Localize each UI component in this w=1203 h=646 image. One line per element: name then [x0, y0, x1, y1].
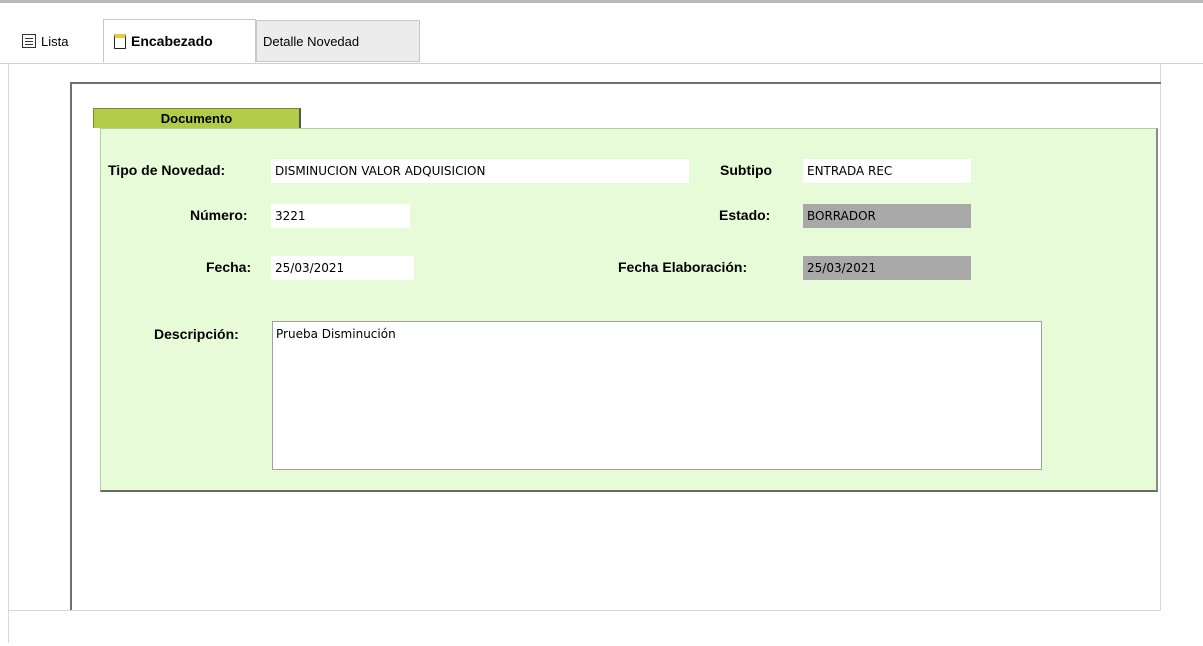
- section-tab-documento: Documento: [93, 108, 301, 128]
- estado-field: BORRADOR: [803, 204, 971, 228]
- document-icon: [114, 33, 126, 49]
- fecha-elaboracion-label: Fecha Elaboración:: [618, 259, 748, 275]
- fecha-label: Fecha:: [206, 259, 252, 275]
- subtipo-label: Subtipo: [720, 162, 773, 178]
- tab-lista[interactable]: Lista: [18, 20, 100, 62]
- numero-field[interactable]: 3221: [271, 204, 410, 228]
- tab-bar: Lista Encabezado Detalle Novedad: [0, 18, 1203, 64]
- tipo-novedad-label: Tipo de Novedad:: [108, 162, 226, 178]
- tab-encabezado-label: Encabezado: [131, 33, 213, 49]
- subtipo-field[interactable]: ENTRADA REC: [803, 159, 971, 183]
- numero-label: Número:: [190, 207, 248, 223]
- tab-detalle-label: Detalle Novedad: [263, 33, 360, 49]
- top-rule: [0, 0, 1203, 3]
- panel-border-bottom: [8, 610, 1161, 611]
- fecha-elaboracion-field: 25/03/2021: [803, 256, 971, 280]
- descripcion-textarea[interactable]: Prueba Disminución: [272, 321, 1042, 470]
- tab-encabezado[interactable]: Encabezado: [103, 19, 256, 63]
- tab-lista-label: Lista: [41, 33, 69, 49]
- tipo-novedad-field[interactable]: DISMINUCION VALOR ADQUISICION: [271, 159, 689, 183]
- list-icon: [22, 34, 36, 48]
- estado-label: Estado:: [719, 207, 771, 223]
- descripcion-label: Descripción:: [154, 326, 239, 342]
- tab-detalle-novedad[interactable]: Detalle Novedad: [256, 20, 420, 62]
- fecha-field[interactable]: 25/03/2021: [271, 256, 414, 280]
- panel-border-left: [8, 63, 9, 643]
